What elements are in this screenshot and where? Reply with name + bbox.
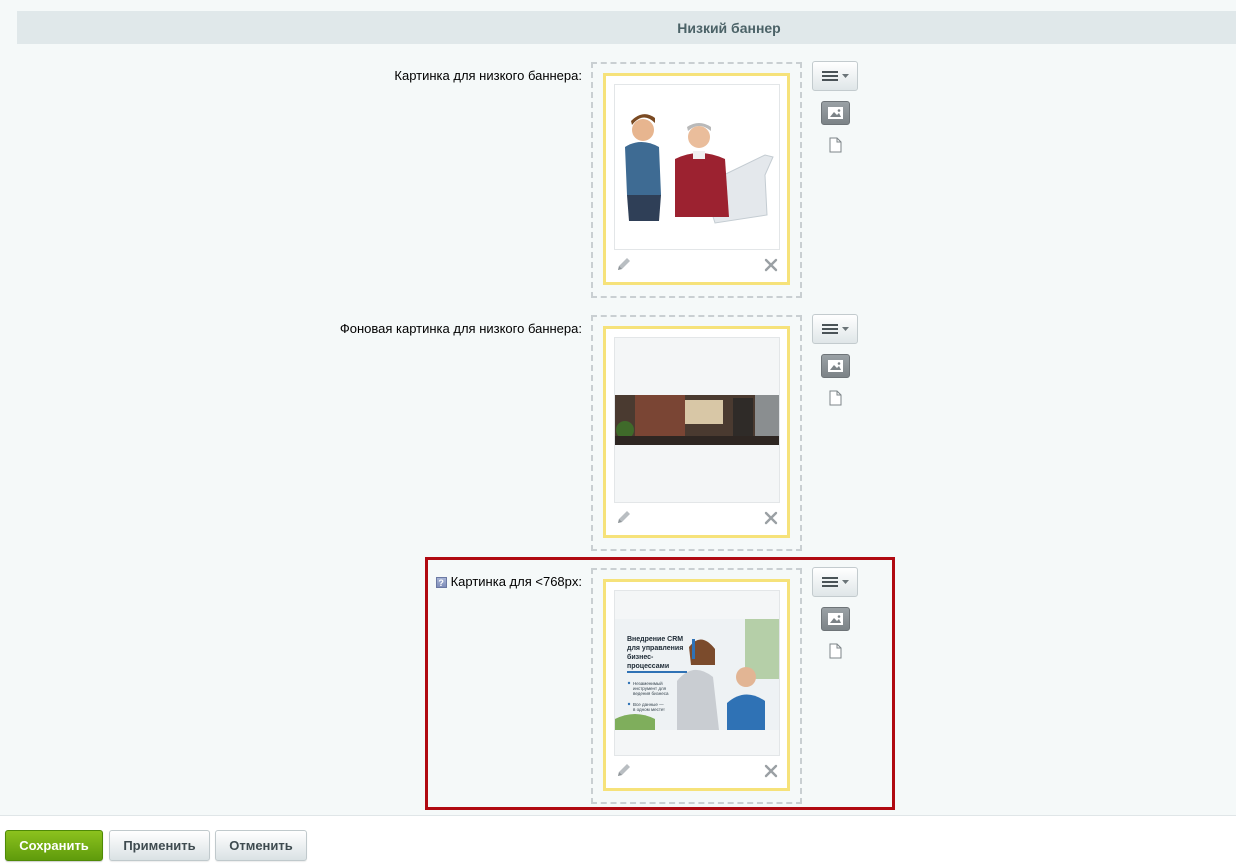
promo-title-line: для управления bbox=[627, 645, 683, 652]
pencil-icon[interactable] bbox=[616, 509, 632, 525]
image-icon bbox=[828, 107, 843, 119]
promo-title-line: Внедрение CRM bbox=[627, 636, 683, 643]
apply-button[interactable]: Применить bbox=[109, 830, 210, 861]
menu-dropdown-button[interactable] bbox=[812, 567, 858, 597]
cancel-button[interactable]: Отменить bbox=[215, 830, 307, 861]
pencil-icon[interactable] bbox=[616, 256, 632, 272]
field-label-banner-image: Картинка для низкого баннера: bbox=[394, 68, 582, 83]
image-source-button[interactable] bbox=[821, 354, 850, 378]
help-icon[interactable]: ? bbox=[435, 577, 447, 588]
close-icon[interactable] bbox=[764, 511, 778, 525]
image-preview-frame bbox=[603, 326, 790, 538]
section-title: Низкий баннер bbox=[677, 19, 781, 36]
image-preview-frame bbox=[603, 73, 790, 285]
image-icon bbox=[828, 360, 843, 372]
menu-dropdown-button[interactable] bbox=[812, 314, 858, 344]
file-icon[interactable] bbox=[829, 137, 842, 153]
promo-bullet-line: в одном месте! bbox=[633, 707, 665, 712]
field-label-mobile-image: ? Картинка для <768px: bbox=[435, 574, 582, 589]
chevron-down-icon bbox=[841, 326, 849, 331]
hamburger-icon bbox=[821, 577, 838, 587]
hamburger-icon bbox=[821, 324, 838, 334]
image-source-button[interactable] bbox=[821, 101, 850, 125]
close-icon[interactable] bbox=[764, 258, 778, 272]
close-icon[interactable] bbox=[764, 764, 778, 778]
hamburger-icon bbox=[821, 71, 838, 81]
field-label-text: Картинка для <768px: bbox=[450, 574, 582, 589]
file-icon[interactable] bbox=[829, 643, 842, 659]
image-thumbnail-interior[interactable] bbox=[614, 337, 780, 503]
image-thumbnail-people[interactable] bbox=[614, 84, 780, 250]
save-button[interactable]: Сохранить bbox=[5, 830, 103, 861]
file-icon[interactable] bbox=[829, 390, 842, 406]
image-thumbnail-crm-promo[interactable]: Внедрение CRM для управления бизнес- про… bbox=[614, 590, 780, 756]
promo-title-line: бизнес- bbox=[627, 653, 654, 661]
chevron-down-icon bbox=[841, 579, 849, 584]
section-header: Низкий баннер bbox=[17, 11, 1236, 44]
form-footer: Сохранить Применить Отменить bbox=[0, 815, 1236, 864]
menu-dropdown-button[interactable] bbox=[812, 61, 858, 91]
image-preview-frame: Внедрение CRM для управления бизнес- про… bbox=[603, 579, 790, 791]
image-source-button[interactable] bbox=[821, 607, 850, 631]
pencil-icon[interactable] bbox=[616, 762, 632, 778]
promo-title-line: процессами bbox=[627, 663, 669, 670]
field-label-background-image: Фоновая картинка для низкого баннера: bbox=[339, 321, 582, 336]
image-icon bbox=[828, 613, 843, 625]
chevron-down-icon bbox=[841, 73, 849, 78]
image-dropzone-mobile[interactable]: Внедрение CRM для управления бизнес- про… bbox=[591, 568, 802, 804]
promo-bullet-line: ведения бизнеса bbox=[633, 691, 669, 696]
image-dropzone-background[interactable] bbox=[591, 315, 802, 551]
image-dropzone-banner[interactable] bbox=[591, 62, 802, 298]
